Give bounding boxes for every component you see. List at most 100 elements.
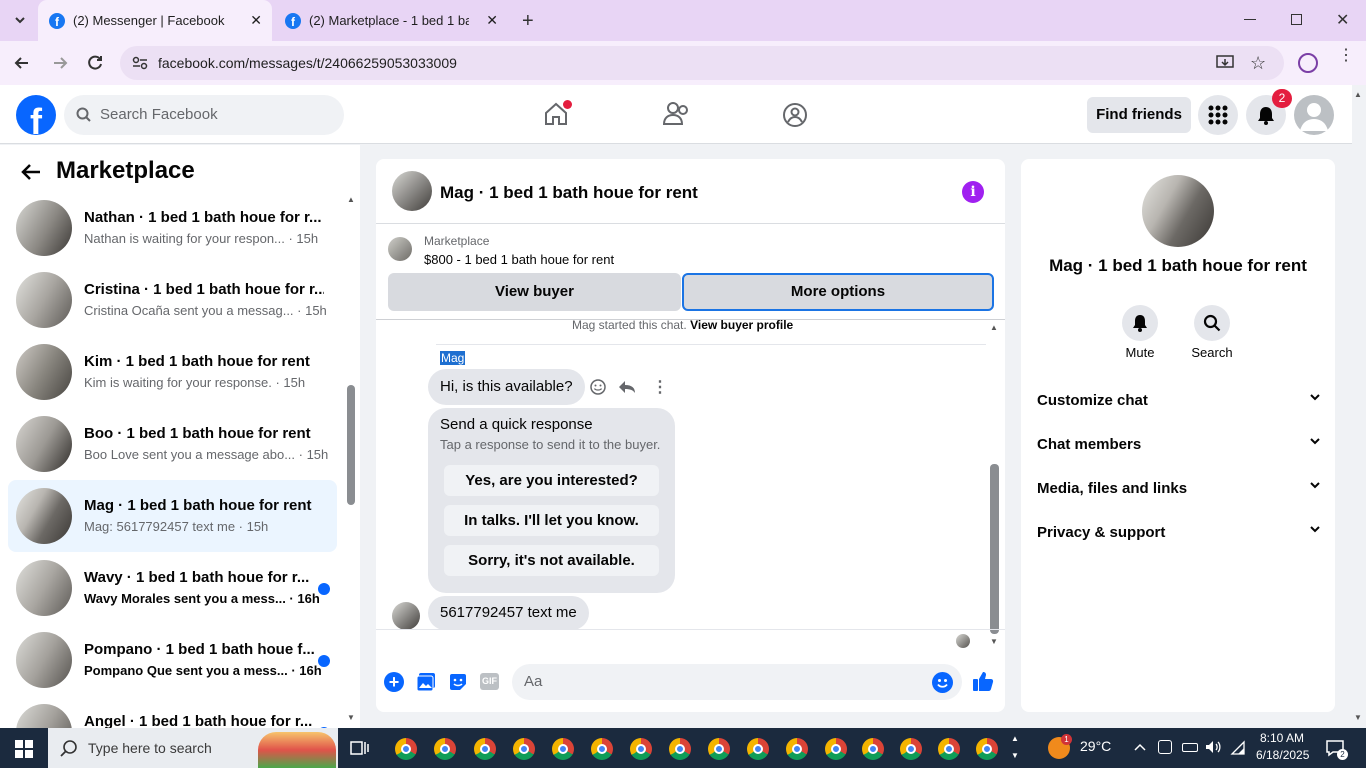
chrome-taskbar-icon[interactable] bbox=[395, 738, 417, 760]
chrome-taskbar-icon[interactable] bbox=[552, 738, 574, 760]
chrome-taskbar-icon[interactable] bbox=[825, 738, 847, 760]
chat-avatar[interactable] bbox=[392, 171, 432, 211]
chrome-taskbar-icon[interactable] bbox=[862, 738, 884, 760]
scroll-down-icon[interactable]: ▼ bbox=[990, 637, 998, 646]
forward-icon[interactable] bbox=[50, 53, 70, 73]
back-arrow-icon[interactable] bbox=[20, 162, 42, 182]
message-bubble[interactable]: 5617792457 text me bbox=[428, 596, 589, 630]
reply-icon[interactable] bbox=[618, 379, 636, 395]
page-scroll-down-icon[interactable]: ▼ bbox=[1354, 713, 1362, 722]
chat-title[interactable]: Mag · 1 bed 1 bath houe for rent bbox=[440, 183, 698, 203]
listing-thumbnail[interactable] bbox=[388, 237, 412, 261]
facebook-search[interactable]: Search Facebook bbox=[64, 95, 344, 135]
weather-temp[interactable]: 29°C bbox=[1080, 738, 1111, 754]
gif-icon[interactable]: GIF bbox=[480, 673, 499, 690]
chrome-taskbar-icon[interactable] bbox=[708, 738, 730, 760]
groups-icon[interactable] bbox=[782, 102, 808, 128]
address-bar[interactable]: facebook.com/messages/t/2406625905303300… bbox=[120, 46, 1284, 80]
install-app-icon[interactable] bbox=[1216, 55, 1234, 71]
chat-profile-photo[interactable] bbox=[1142, 175, 1214, 247]
task-view-icon[interactable] bbox=[350, 739, 370, 757]
conversation-item[interactable]: Pompano · 1 bed 1 bath houe f... Pompano … bbox=[8, 624, 337, 696]
back-icon[interactable] bbox=[12, 53, 32, 73]
tab-messenger[interactable]: f (2) Messenger | Facebook ✕ bbox=[38, 0, 272, 41]
quick-response-button[interactable]: Sorry, it's not available. bbox=[444, 545, 659, 576]
profile-icon[interactable] bbox=[1298, 53, 1318, 73]
account-avatar[interactable] bbox=[1294, 95, 1334, 135]
customize-chat-section[interactable]: Customize chat bbox=[1037, 392, 1321, 409]
chat-scrollbar[interactable] bbox=[990, 464, 999, 634]
message-bubble[interactable]: Hi, is this available? bbox=[428, 369, 585, 405]
taskbar-clock[interactable]: 8:10 AM 6/18/2025 bbox=[1256, 731, 1309, 762]
chrome-taskbar-icon[interactable] bbox=[591, 738, 613, 760]
conversation-item[interactable]: Kim · 1 bed 1 bath houe for rent Kim is w… bbox=[8, 336, 337, 408]
more-options-button[interactable]: More options bbox=[682, 273, 994, 311]
chrome-taskbar-icon[interactable] bbox=[513, 738, 535, 760]
meet-now-icon[interactable] bbox=[1158, 740, 1172, 754]
facebook-logo-icon[interactable]: f bbox=[16, 95, 56, 135]
wifi-icon[interactable] bbox=[1230, 739, 1246, 755]
close-window-icon[interactable]: ✕ bbox=[1336, 10, 1349, 30]
friends-icon[interactable] bbox=[663, 101, 691, 127]
chrome-taskbar-icon[interactable] bbox=[474, 738, 496, 760]
home-icon[interactable] bbox=[543, 100, 572, 127]
privacy-support-section[interactable]: Privacy & support bbox=[1037, 524, 1321, 541]
chrome-taskbar-icon[interactable] bbox=[669, 738, 691, 760]
scroll-up-icon[interactable]: ▲ bbox=[347, 195, 355, 204]
page-scroll-up-icon[interactable]: ▲ bbox=[1354, 90, 1362, 99]
chrome-taskbar-icon[interactable] bbox=[976, 738, 998, 760]
volume-icon[interactable] bbox=[1205, 739, 1221, 755]
chrome-taskbar-icon[interactable] bbox=[747, 738, 769, 760]
close-tab-icon[interactable]: ✕ bbox=[250, 12, 262, 29]
minimize-icon[interactable] bbox=[1244, 19, 1256, 20]
attach-photo-icon[interactable] bbox=[416, 672, 436, 692]
scroll-down-icon[interactable]: ▼ bbox=[347, 713, 355, 722]
chrome-taskbar-icon[interactable] bbox=[900, 738, 922, 760]
more-actions-plus-icon[interactable]: + bbox=[384, 672, 404, 692]
show-hidden-icons-icon[interactable] bbox=[1133, 740, 1147, 754]
like-thumb-icon[interactable] bbox=[972, 670, 994, 692]
battery-icon[interactable] bbox=[1182, 743, 1198, 752]
tab-marketplace[interactable]: f (2) Marketplace - 1 bed 1 bath ho ✕ bbox=[278, 0, 508, 41]
chrome-taskbar-icon[interactable] bbox=[938, 738, 960, 760]
chat-members-section[interactable]: Chat members bbox=[1037, 436, 1321, 453]
new-tab-icon[interactable]: + bbox=[522, 10, 534, 33]
react-icon[interactable] bbox=[590, 379, 606, 395]
site-info-icon[interactable] bbox=[132, 56, 148, 70]
conversation-item[interactable]: Nathan · 1 bed 1 bath houe for r... Natha… bbox=[8, 192, 337, 264]
view-buyer-profile-link[interactable]: View buyer profile bbox=[690, 318, 793, 332]
chrome-taskbar-icon[interactable] bbox=[786, 738, 808, 760]
conversation-item[interactable]: Boo · 1 bed 1 bath houe for rent Boo Love… bbox=[8, 408, 337, 480]
conversation-item[interactable]: Mag · 1 bed 1 bath houe for rent Mag: 561… bbox=[8, 480, 337, 552]
mute-bell-icon[interactable] bbox=[1122, 305, 1158, 341]
more-actions-icon[interactable]: ⋮ bbox=[652, 377, 668, 397]
media-files-links-section[interactable]: Media, files and links bbox=[1037, 480, 1321, 497]
close-tab-icon[interactable]: ✕ bbox=[486, 12, 498, 29]
emoji-icon[interactable] bbox=[932, 672, 953, 693]
bookmark-star-icon[interactable]: ☆ bbox=[1250, 53, 1266, 74]
sticker-icon[interactable] bbox=[448, 672, 468, 692]
quick-response-button[interactable]: In talks. I'll let you know. bbox=[444, 505, 659, 536]
reload-icon[interactable] bbox=[85, 53, 105, 73]
show-desktop-icon[interactable]: ▲ ▼ bbox=[1011, 730, 1019, 764]
tab-search-icon[interactable] bbox=[12, 12, 28, 28]
search-in-chat-icon[interactable] bbox=[1194, 305, 1230, 341]
restore-icon[interactable] bbox=[1291, 14, 1302, 25]
conversation-item[interactable]: Cristina · 1 bed 1 bath houe for r... Cri… bbox=[8, 264, 337, 336]
windows-start-icon[interactable] bbox=[15, 740, 33, 758]
sidebar-title: Marketplace bbox=[56, 157, 195, 184]
message-input[interactable]: Aa bbox=[512, 664, 962, 700]
chrome-taskbar-icon[interactable] bbox=[434, 738, 456, 760]
chrome-taskbar-icon[interactable] bbox=[630, 738, 652, 760]
quick-response-button[interactable]: Yes, are you interested? bbox=[444, 465, 659, 496]
scroll-up-icon[interactable]: ▲ bbox=[990, 323, 998, 332]
conversation-item[interactable]: Wavy · 1 bed 1 bath houe for r... Wavy Mo… bbox=[8, 552, 337, 624]
info-icon[interactable]: i bbox=[962, 181, 984, 203]
taskbar-search[interactable]: Type here to search bbox=[48, 728, 338, 768]
listing-title[interactable]: $800 - 1 bed 1 bath houe for rent bbox=[424, 252, 614, 267]
menu-grid-icon[interactable] bbox=[1198, 95, 1238, 135]
chrome-menu-icon[interactable]: ⋮ bbox=[1338, 48, 1354, 64]
sidebar-scrollbar[interactable] bbox=[347, 385, 355, 505]
find-friends-button[interactable]: Find friends bbox=[1087, 97, 1191, 133]
view-buyer-button[interactable]: View buyer bbox=[388, 273, 681, 311]
